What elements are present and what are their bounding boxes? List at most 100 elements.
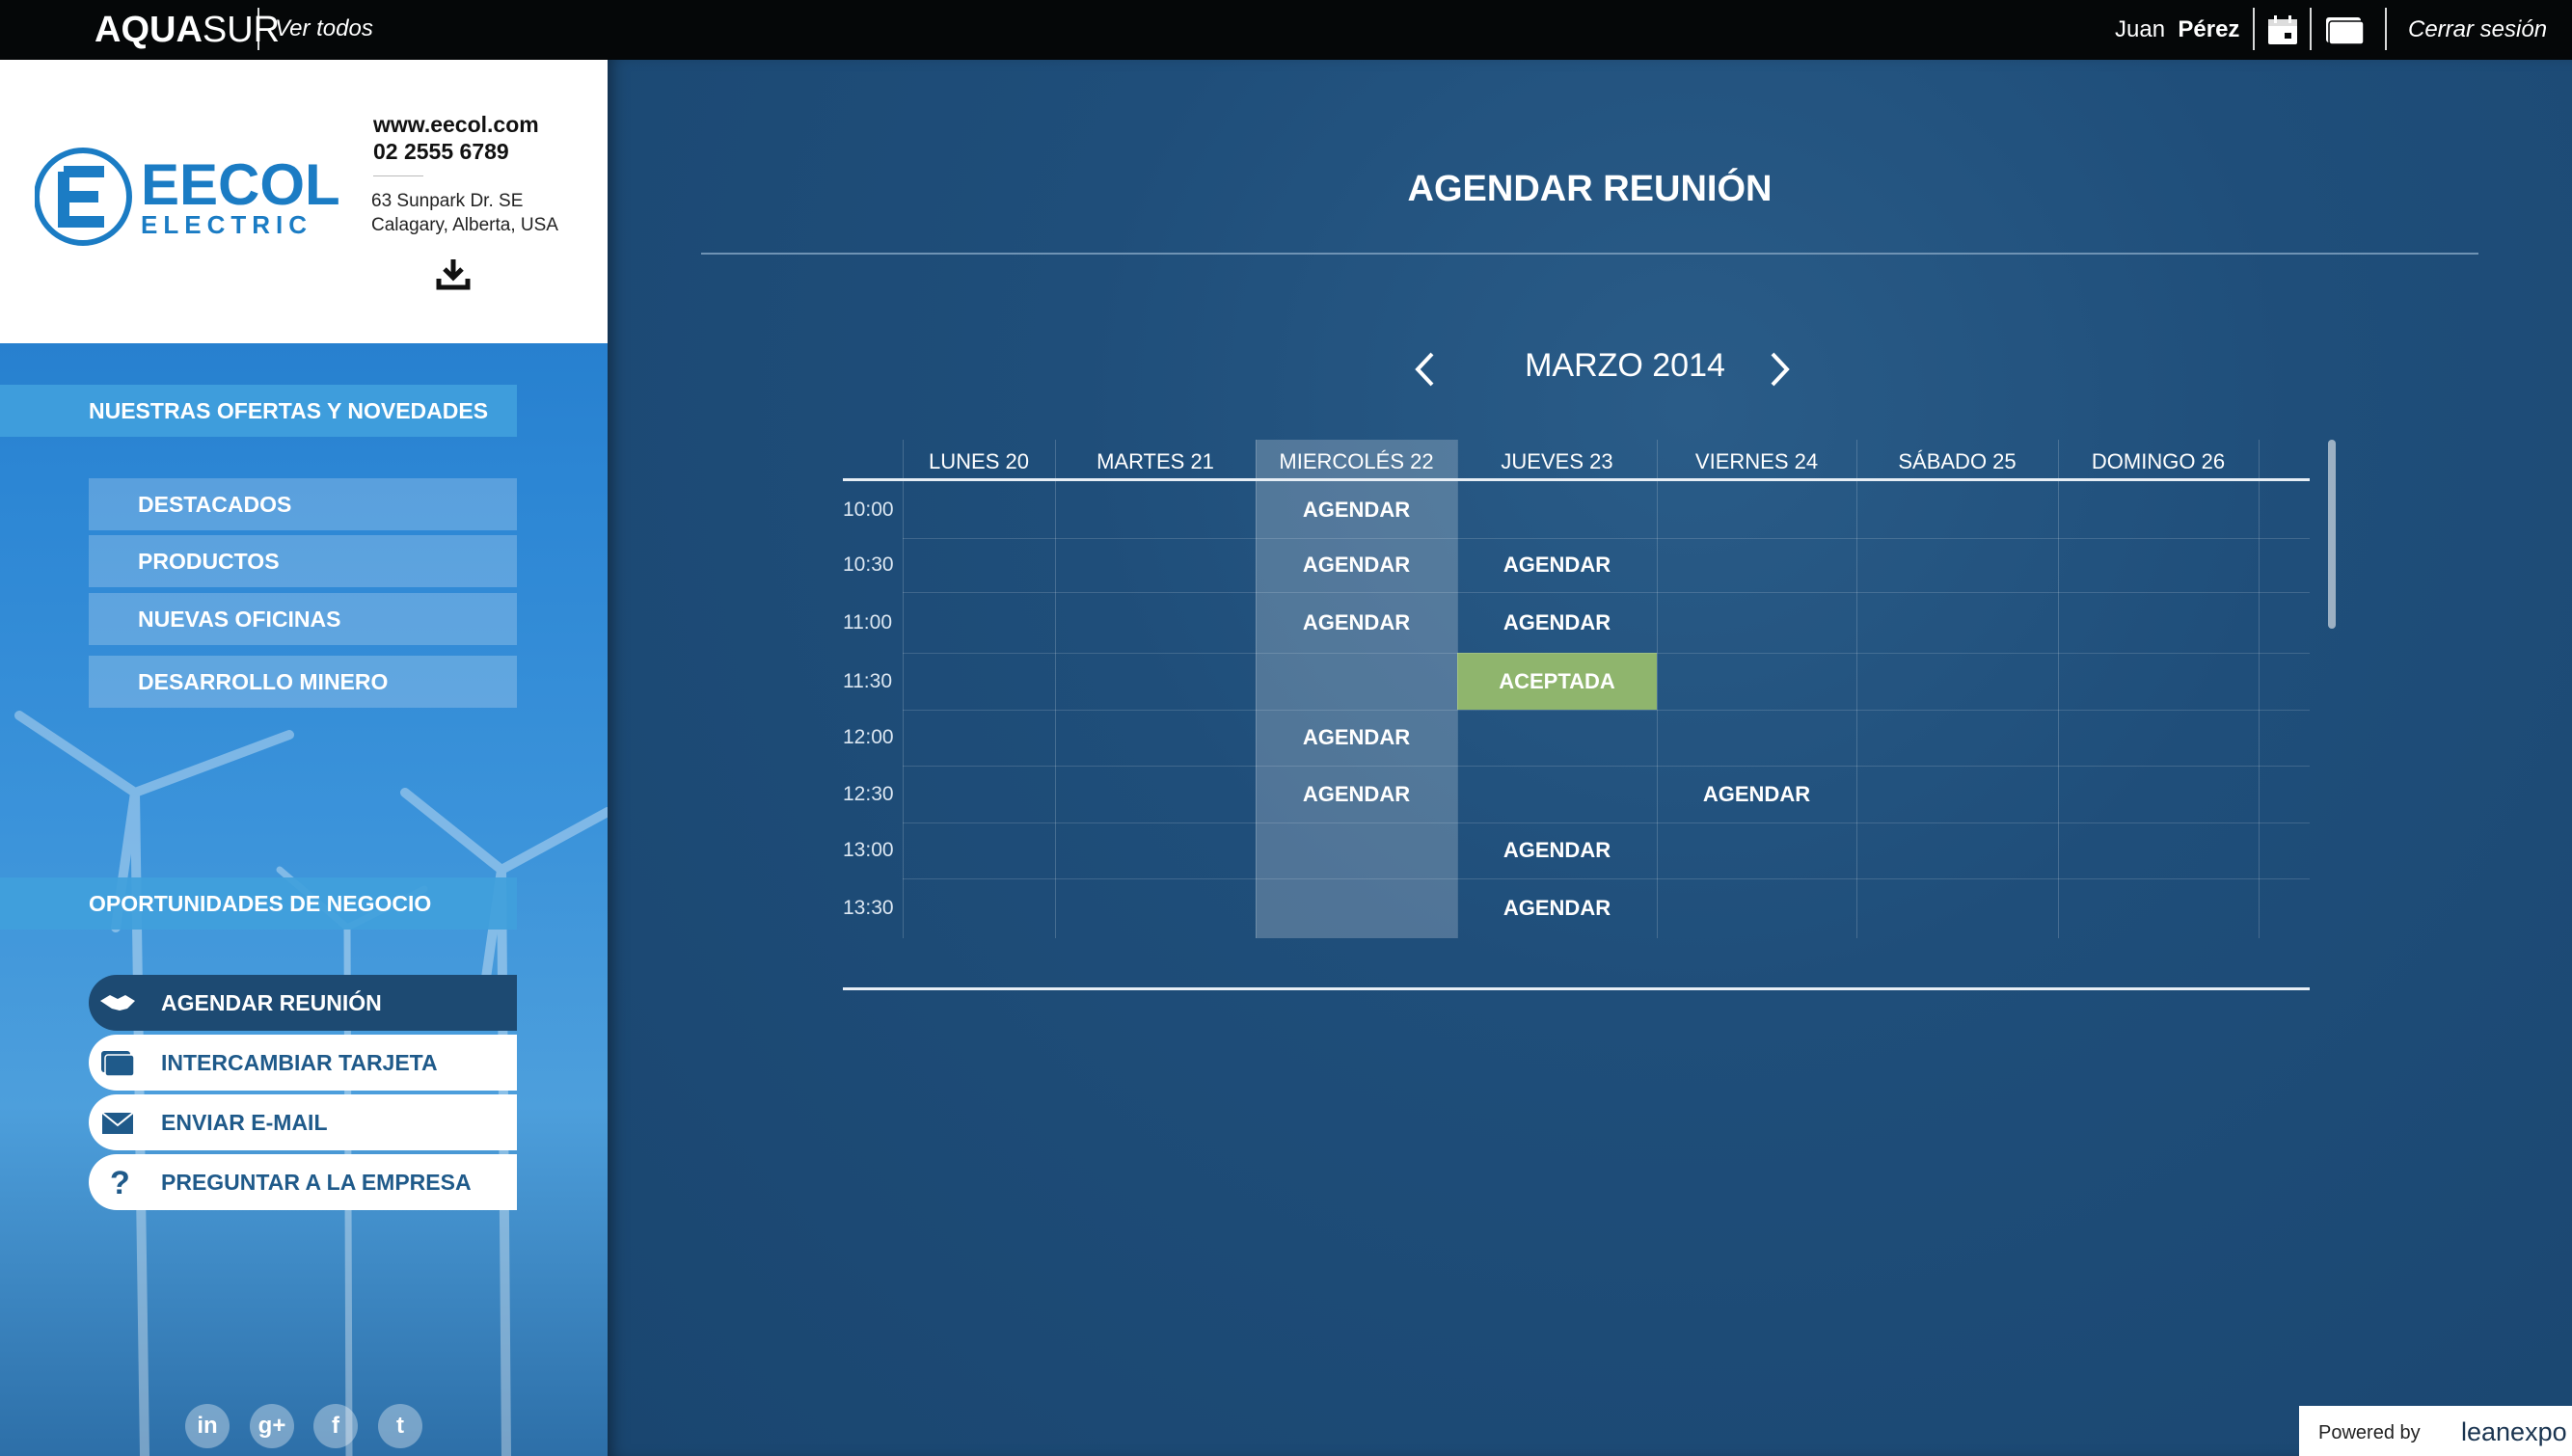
- empty-slot: [903, 766, 1055, 822]
- empty-slot: [1856, 710, 2058, 766]
- divider: [2259, 592, 2260, 653]
- menu-item-nuevas-oficinas[interactable]: NUEVAS OFICINAS: [89, 593, 517, 645]
- schedule-button[interactable]: AGENDAR: [1256, 538, 1457, 592]
- aquasur-logo[interactable]: AQUASUR: [95, 9, 280, 51]
- schedule-button[interactable]: AGENDAR: [1457, 822, 1657, 878]
- time-slot-row: 12:30 AGENDAR AGENDAR: [843, 766, 2310, 822]
- day-header: VIERNES 24: [1694, 449, 1819, 473]
- empty-slot: [1856, 822, 2058, 878]
- empty-slot: [1657, 481, 1856, 538]
- divider: [373, 175, 423, 176]
- schedule-button[interactable]: AGENDAR: [1256, 481, 1457, 538]
- divider: [1856, 822, 1857, 878]
- time-label: 13:30: [843, 897, 894, 919]
- company-address-line2: Calagary, Alberta, USA: [371, 215, 558, 235]
- menu-item-productos[interactable]: PRODUCTOS: [89, 535, 517, 587]
- user-name[interactable]: Juan Pérez: [2115, 15, 2239, 44]
- view-all-link[interactable]: Ver todos: [275, 14, 373, 43]
- chevron-left-icon[interactable]: [1413, 351, 1438, 388]
- schedule-button[interactable]: AGENDAR: [1457, 592, 1657, 653]
- divider: [903, 710, 904, 766]
- action-intercambiar-tarjeta[interactable]: INTERCAMBIAR TARJETA: [89, 1035, 517, 1091]
- divider: [903, 592, 2310, 593]
- divider: [1256, 653, 1257, 710]
- empty-slot: [1657, 878, 1856, 938]
- empty-slot: [1657, 710, 1856, 766]
- action-label: AGENDAR REUNIÓN: [161, 990, 382, 1015]
- divider: [903, 878, 2310, 879]
- empty-slot: [1856, 878, 2058, 938]
- divider: [2058, 592, 2059, 653]
- divider: [2259, 766, 2260, 822]
- action-label: PREGUNTAR A LA EMPRESA: [161, 1170, 472, 1195]
- main-content: AGENDAR REUNIÓN MARZO 2014 LUNES 20 MARTE…: [608, 60, 2572, 1456]
- divider: [2259, 710, 2260, 766]
- time-label: 10:00: [843, 499, 894, 521]
- empty-slot: [903, 878, 1055, 938]
- divider: [903, 592, 904, 653]
- chevron-right-icon[interactable]: [1767, 351, 1792, 388]
- divider: [1856, 766, 1857, 822]
- divider: [1256, 440, 1257, 478]
- divider: [1256, 538, 1257, 592]
- svg-text:EECOL: EECOL: [141, 152, 340, 217]
- action-preguntar-empresa[interactable]: ? PREGUNTAR A LA EMPRESA: [89, 1154, 517, 1210]
- empty-slot: [2058, 822, 2259, 878]
- divider: [903, 538, 2310, 539]
- google-plus-icon[interactable]: g+: [250, 1404, 294, 1448]
- divider: [701, 253, 2478, 255]
- divider: [903, 481, 904, 538]
- download-icon[interactable]: [436, 257, 471, 290]
- powered-by-badge[interactable]: Powered by leanexpo: [2299, 1406, 2572, 1456]
- day-header: LUNES 20: [929, 449, 1029, 473]
- divider: [1457, 440, 1458, 478]
- divider: [2058, 878, 2059, 938]
- card-icon: [101, 1051, 135, 1077]
- calendar-icon[interactable]: [2266, 13, 2299, 46]
- schedule-button[interactable]: AGENDAR: [1457, 878, 1657, 938]
- divider: [1856, 538, 1857, 592]
- empty-slot: [1856, 481, 2058, 538]
- day-header: DOMINGO 26: [2091, 449, 2226, 473]
- divider: [1256, 481, 1257, 538]
- schedule-button[interactable]: AGENDAR: [1457, 538, 1657, 592]
- twitter-icon[interactable]: t: [378, 1404, 422, 1448]
- menu-item-destacados[interactable]: DESTACADOS: [89, 478, 517, 530]
- divider: [1657, 653, 1658, 710]
- empty-slot: [1055, 766, 1256, 822]
- company-website[interactable]: www.eecol.com: [373, 112, 539, 138]
- divider: [903, 710, 2310, 711]
- handshake-icon: [100, 995, 135, 1011]
- schedule-button[interactable]: AGENDAR: [1256, 766, 1457, 822]
- empty-slot: [1055, 822, 1256, 878]
- menu-item-desarrollo-minero[interactable]: DESARROLLO MINERO: [89, 656, 517, 708]
- schedule-button[interactable]: AGENDAR: [1256, 592, 1457, 653]
- empty-slot: [1457, 481, 1657, 538]
- logout-link[interactable]: Cerrar sesión: [2408, 15, 2547, 44]
- divider: [1856, 481, 1857, 538]
- divider: [1657, 538, 1658, 592]
- divider: [903, 538, 904, 592]
- empty-slot: [1457, 766, 1657, 822]
- facebook-icon[interactable]: f: [313, 1404, 358, 1448]
- divider: [1256, 878, 1257, 938]
- divider: [2259, 440, 2260, 478]
- scrollbar-thumb[interactable]: [2328, 440, 2336, 629]
- divider: [1657, 822, 1658, 878]
- divider: [2058, 766, 2059, 822]
- time-label: 12:30: [843, 783, 894, 805]
- card-icon[interactable]: [2324, 13, 2365, 46]
- divider: [1657, 592, 1658, 653]
- action-enviar-email[interactable]: ENVIAR E-MAIL: [89, 1094, 517, 1150]
- schedule-button[interactable]: AGENDAR: [1657, 766, 1856, 822]
- divider: [2259, 653, 2260, 710]
- divider: [903, 653, 2310, 654]
- scrollbar[interactable]: [2328, 440, 2336, 629]
- schedule-grid: LUNES 20 MARTES 21 MIERCOLÉS 22 JUEVES 23 VI…: [843, 440, 2310, 991]
- action-agendar-reunion[interactable]: AGENDAR REUNIÓN: [89, 975, 517, 1031]
- action-label: INTERCAMBIAR TARJETA: [161, 1050, 438, 1075]
- empty-slot: [2058, 592, 2259, 653]
- linkedin-icon[interactable]: in: [185, 1404, 230, 1448]
- time-slot-row: 11:00 AGENDAR AGENDAR: [843, 592, 2310, 653]
- schedule-button[interactable]: AGENDAR: [1256, 710, 1457, 766]
